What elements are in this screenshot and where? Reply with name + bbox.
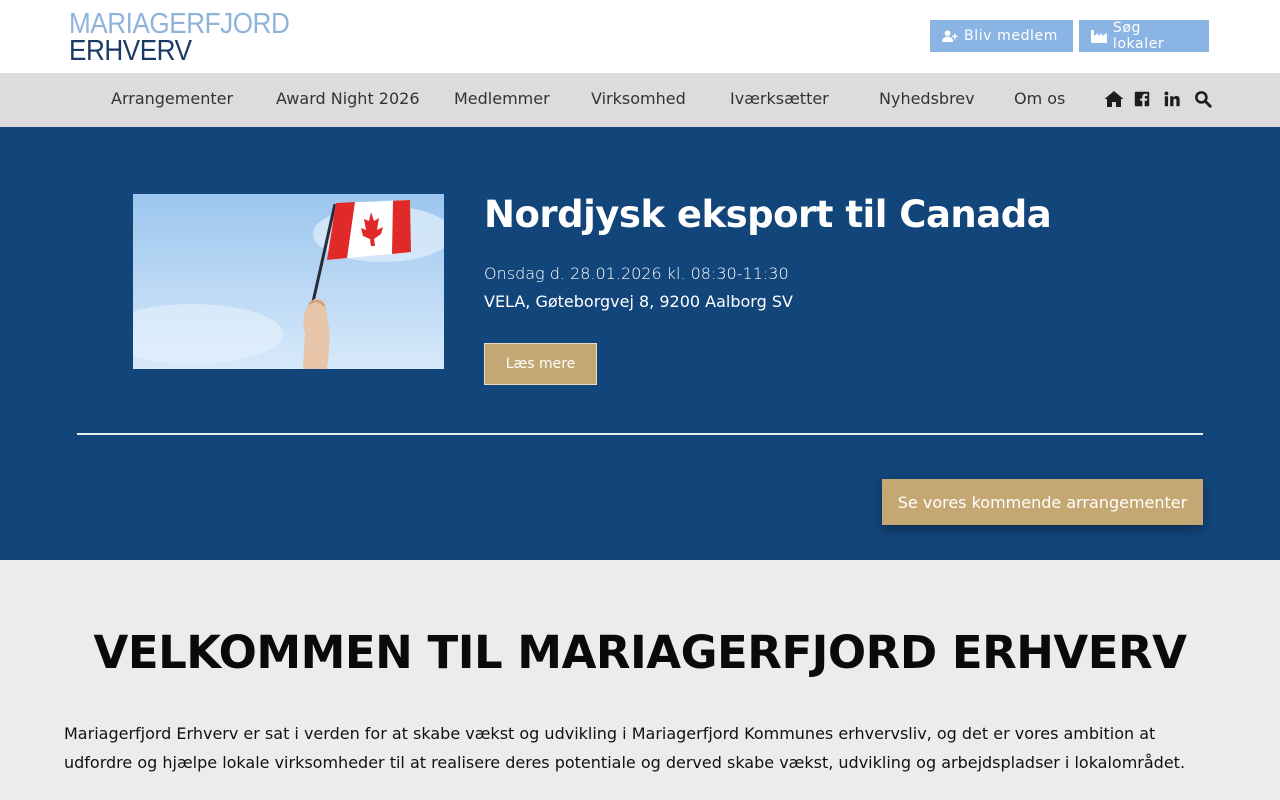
- nav-item-arrangementer[interactable]: Arrangementer: [111, 73, 233, 127]
- user-plus-icon: [942, 30, 958, 42]
- facebook-icon[interactable]: [1133, 89, 1151, 109]
- become-member-label: Bliv medlem: [964, 28, 1058, 44]
- linkedin-icon[interactable]: [1163, 89, 1181, 109]
- find-premises-button[interactable]: Søg lokaler: [1079, 20, 1209, 52]
- welcome-heading: VELKOMMEN TIL MARIAGERFJORD ERHVERV: [93, 626, 1187, 679]
- featured-event-section: Nordjysk eksport til Canada Onsdag d. 28…: [0, 127, 1280, 560]
- logo[interactable]: MARIAGERFJORD ERHVERV: [69, 9, 290, 67]
- canada-flag-image: [133, 200, 444, 369]
- become-member-button[interactable]: Bliv medlem: [930, 20, 1073, 52]
- find-premises-label: Søg lokaler: [1112, 20, 1165, 52]
- factory-icon: [1091, 30, 1107, 43]
- event-location: VELA, Gøteborgvej 8, 9200 Aalborg SV: [484, 292, 793, 311]
- event-image[interactable]: [133, 194, 444, 369]
- search-icon[interactable]: [1194, 89, 1212, 109]
- event-title[interactable]: Nordjysk eksport til Canada: [484, 193, 1052, 236]
- upcoming-events-button[interactable]: Se vores kommende arrangementer: [882, 479, 1203, 525]
- nav-item-medlemmer[interactable]: Medlemmer: [454, 73, 550, 127]
- nav-item-nyhedsbrev[interactable]: Nyhedsbrev: [879, 73, 975, 127]
- nav-item-om-os[interactable]: Om os: [1014, 73, 1065, 127]
- nav-item-virksomhed[interactable]: Virksomhed: [591, 73, 686, 127]
- logo-line-2: ERHVERV: [69, 35, 192, 67]
- site-header: MARIAGERFJORD ERHVERV Bliv medlem Søg lo…: [0, 0, 1280, 73]
- event-date: Onsdag d. 28.01.2026 kl. 08:30-11:30: [484, 264, 789, 283]
- home-icon[interactable]: [1104, 89, 1124, 109]
- nav-item-award-night[interactable]: Award Night 2026: [276, 73, 420, 127]
- section-divider: [77, 433, 1203, 435]
- welcome-paragraph: Mariagerfjord Erhverv er sat i verden fo…: [64, 724, 1186, 772]
- nav-item-ivaerksaetter[interactable]: Iværksætter: [730, 73, 829, 127]
- read-more-button[interactable]: Læs mere: [484, 343, 597, 385]
- main-navigation: Arrangementer Award Night 2026 Medlemmer…: [0, 73, 1280, 127]
